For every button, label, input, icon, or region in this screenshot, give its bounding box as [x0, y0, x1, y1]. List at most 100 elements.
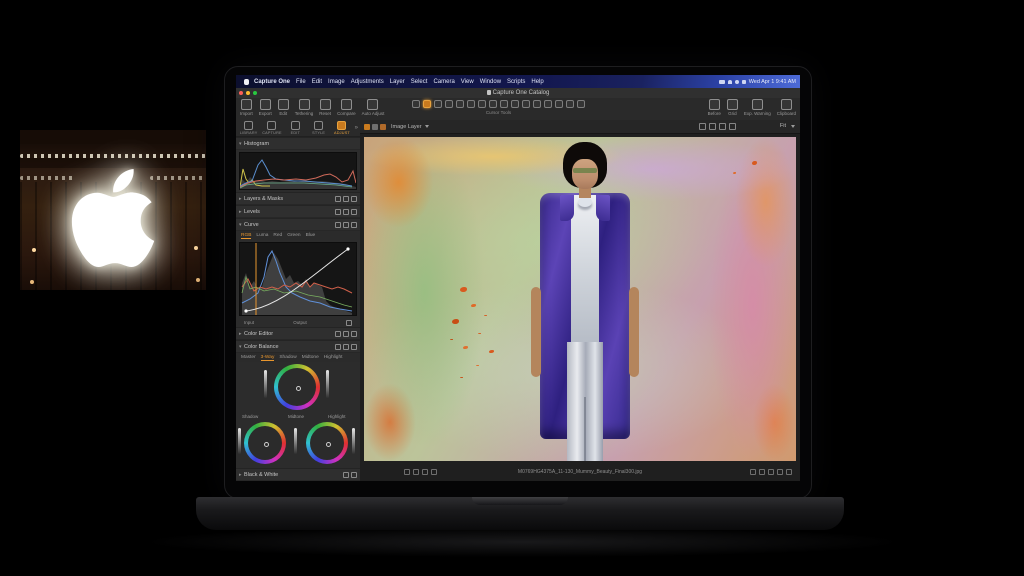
- gradient-mask-tool-icon[interactable]: [533, 100, 541, 108]
- midtone-color-wheel[interactable]: [274, 364, 320, 410]
- exposure-warning-button[interactable]: Exp. Warning: [744, 99, 771, 116]
- apple-menu-icon[interactable]: [244, 79, 249, 85]
- brush-icon[interactable]: [335, 344, 341, 350]
- reset-icon[interactable]: [343, 331, 349, 337]
- auto-adjust-button[interactable]: Auto Adjust: [362, 99, 385, 116]
- tab-edit[interactable]: EDIT: [285, 121, 306, 135]
- picker-tool-icon[interactable]: [555, 100, 563, 108]
- menu-app-name[interactable]: Capture One: [254, 79, 290, 85]
- draw-mask-tool-icon[interactable]: [511, 100, 519, 108]
- menubar-clock[interactable]: Wed Apr 1 9:41 AM: [749, 79, 796, 85]
- zoom-level[interactable]: Fit: [780, 123, 786, 129]
- curve-tab-red[interactable]: Red: [273, 233, 282, 238]
- manage-icon[interactable]: [351, 344, 357, 350]
- multi-view-icon[interactable]: [709, 123, 716, 130]
- select-tool-icon[interactable]: [412, 100, 420, 108]
- rotate-tool-icon[interactable]: [456, 100, 464, 108]
- erase-mask-tool-icon[interactable]: [522, 100, 530, 108]
- color-tag-icon[interactable]: [364, 124, 370, 130]
- curve-pen-icon[interactable]: [346, 320, 352, 326]
- heal-tool-icon[interactable]: [489, 100, 497, 108]
- before-after-button[interactable]: Before: [708, 99, 721, 116]
- menu-camera[interactable]: Camera: [433, 79, 454, 85]
- histogram-header[interactable]: ▾ Histogram: [236, 137, 360, 150]
- photo-canvas[interactable]: [364, 137, 796, 461]
- menu-help[interactable]: Help: [531, 79, 543, 85]
- menu-view[interactable]: View: [461, 79, 474, 85]
- chevron-down-icon[interactable]: [425, 125, 429, 128]
- annotate-tool-icon[interactable]: [566, 100, 574, 108]
- menu-edit[interactable]: Edit: [312, 79, 322, 85]
- cb-tab-shadow[interactable]: Shadow: [279, 355, 296, 360]
- layers-masks-header[interactable]: ▸ Layers & Masks: [236, 192, 360, 205]
- grid-button[interactable]: Grid: [727, 99, 738, 116]
- more-tabs-chevron-icon[interactable]: »: [355, 125, 358, 131]
- curve-tab-green[interactable]: Green: [287, 233, 300, 238]
- cb-tab-midtone[interactable]: Midtone: [302, 355, 319, 360]
- color-balance-header[interactable]: ▾ Color Balance: [236, 340, 360, 353]
- reset-icon[interactable]: [343, 222, 349, 228]
- tab-style[interactable]: STYLE: [308, 121, 329, 135]
- crop-tool-icon[interactable]: [445, 100, 453, 108]
- cb-tab-3way[interactable]: 3-Way: [261, 355, 275, 361]
- battery-icon[interactable]: [719, 80, 725, 84]
- curve-tab-blue[interactable]: Blue: [306, 233, 316, 238]
- menu-select[interactable]: Select: [411, 79, 428, 85]
- manage-icon[interactable]: [351, 196, 357, 202]
- wheel-handle[interactable]: [264, 442, 269, 447]
- brush-icon[interactable]: [335, 209, 341, 215]
- rating-icon[interactable]: [372, 124, 378, 130]
- menu-file[interactable]: File: [296, 79, 306, 85]
- layer-selector[interactable]: Image Layer: [391, 124, 422, 130]
- wheel-handle[interactable]: [326, 442, 331, 447]
- cb-tab-master[interactable]: Master: [241, 355, 256, 360]
- menu-window[interactable]: Window: [480, 79, 501, 85]
- black-white-header[interactable]: ▸ Black & White: [236, 468, 360, 481]
- menu-adjustments[interactable]: Adjustments: [351, 79, 384, 85]
- brush-icon[interactable]: [335, 196, 341, 202]
- menu-scripts[interactable]: Scripts: [507, 79, 525, 85]
- curve-tab-luma[interactable]: Luma: [256, 233, 268, 238]
- manage-icon[interactable]: [351, 222, 357, 228]
- focus-mask-icon[interactable]: [729, 123, 736, 130]
- tab-library[interactable]: LIBRARY: [238, 121, 259, 135]
- curve-graph[interactable]: [239, 242, 357, 316]
- zoom-tool-icon[interactable]: [434, 100, 442, 108]
- variant-icon[interactable]: [380, 124, 386, 130]
- clone-tool-icon[interactable]: [500, 100, 508, 108]
- edit-button[interactable]: Edit: [278, 99, 289, 116]
- reset-icon[interactable]: [343, 209, 349, 215]
- tab-capture[interactable]: CAPTURE: [261, 121, 282, 135]
- shadow-light-slider[interactable]: [294, 428, 297, 454]
- manage-icon[interactable]: [351, 209, 357, 215]
- chevron-down-icon[interactable]: [791, 125, 795, 128]
- reset-icon[interactable]: [343, 196, 349, 202]
- tab-adjust[interactable]: ADJUST: [331, 121, 352, 135]
- pan-tool-icon[interactable]: [423, 100, 431, 108]
- clipboard-button[interactable]: Clipboard: [777, 99, 796, 116]
- color-editor-header[interactable]: ▸ Color Editor: [236, 327, 360, 340]
- reset-button[interactable]: Reset: [319, 99, 331, 116]
- brush-icon[interactable]: [343, 472, 349, 478]
- curve-header[interactable]: ▾ Curve: [236, 218, 360, 231]
- shadow-color-wheel[interactable]: [244, 422, 286, 464]
- highlight-light-slider[interactable]: [352, 428, 355, 454]
- reset-icon[interactable]: [343, 344, 349, 350]
- lightness-slider[interactable]: [326, 370, 329, 398]
- radial-mask-tool-icon[interactable]: [544, 100, 552, 108]
- menu-image[interactable]: Image: [328, 79, 345, 85]
- zoom-control[interactable]: Fit: [780, 123, 795, 129]
- curve-tab-rgb[interactable]: RGB: [241, 233, 251, 239]
- brush-icon[interactable]: [335, 331, 341, 337]
- compare-view-icon[interactable]: [699, 123, 706, 130]
- proof-icon[interactable]: [719, 123, 726, 130]
- saturation-slider[interactable]: [264, 370, 267, 398]
- levels-header[interactable]: ▸ Levels: [236, 205, 360, 218]
- export-button[interactable]: Export: [259, 99, 272, 116]
- brush-icon[interactable]: [335, 222, 341, 228]
- eraser-tool-icon[interactable]: [577, 100, 585, 108]
- menu-layer[interactable]: Layer: [390, 79, 405, 85]
- manage-icon[interactable]: [351, 331, 357, 337]
- reset-icon[interactable]: [351, 472, 357, 478]
- compare-button[interactable]: Compare: [337, 99, 356, 116]
